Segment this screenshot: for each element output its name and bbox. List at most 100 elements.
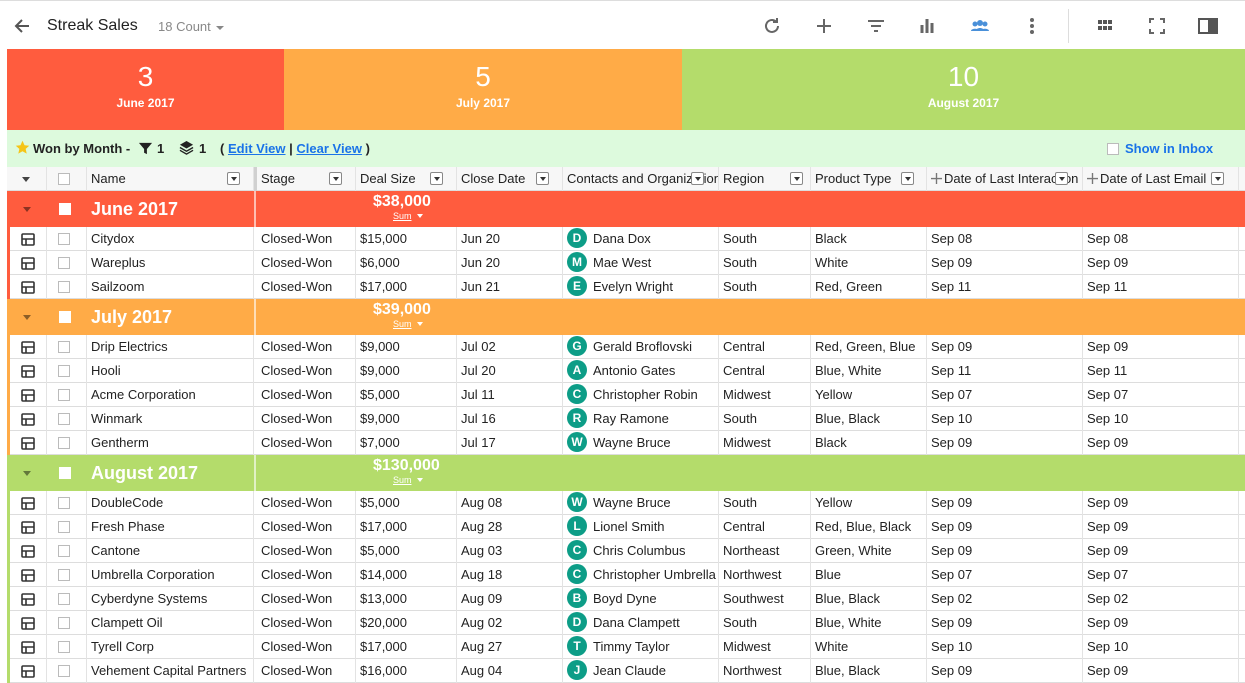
- group-select-checkbox[interactable]: [59, 311, 71, 323]
- cell-deal-size[interactable]: $6,000: [356, 251, 457, 275]
- cell-deal-size[interactable]: $14,000: [356, 563, 457, 587]
- cell-close-date[interactable]: Aug 02: [457, 611, 563, 635]
- cell-last-interaction[interactable]: Sep 09: [927, 539, 1083, 563]
- open-box-icon[interactable]: [21, 593, 35, 606]
- cell-last-interaction[interactable]: Sep 09: [927, 251, 1083, 275]
- row-checkbox[interactable]: [58, 569, 70, 581]
- row-checkbox[interactable]: [58, 365, 70, 377]
- sum-aggregate-dropdown[interactable]: Sum: [393, 211, 423, 221]
- cell-contact[interactable]: W Wayne Bruce: [563, 431, 719, 455]
- cell-name[interactable]: Cantone: [87, 539, 254, 563]
- cell-close-date[interactable]: Jun 20: [457, 251, 563, 275]
- cell-deal-size[interactable]: $15,000: [356, 227, 457, 251]
- cell-product-type[interactable]: Blue, White: [811, 611, 927, 635]
- side-panel-icon[interactable]: [1197, 15, 1219, 37]
- box-open-cell[interactable]: [7, 431, 47, 455]
- cell-name[interactable]: Gentherm: [87, 431, 254, 455]
- cell-last-email[interactable]: Sep 08: [1083, 227, 1239, 251]
- box-open-cell[interactable]: [7, 587, 47, 611]
- cell-product-type[interactable]: Blue, Black: [811, 659, 927, 683]
- box-open-cell[interactable]: [7, 251, 47, 275]
- open-box-icon[interactable]: [21, 281, 35, 294]
- cell-last-email[interactable]: Sep 09: [1083, 515, 1239, 539]
- cell-stage[interactable]: Closed-Won: [257, 275, 356, 299]
- open-box-icon[interactable]: [21, 365, 35, 378]
- summary-august[interactable]: 10 August 2017: [682, 49, 1245, 130]
- cell-contact[interactable]: C Christopher Robin: [563, 383, 719, 407]
- cell-region[interactable]: South: [719, 251, 811, 275]
- sum-aggregate-dropdown[interactable]: Sum: [393, 319, 423, 329]
- cell-product-type[interactable]: Black: [811, 227, 927, 251]
- open-box-icon[interactable]: [21, 497, 35, 510]
- cell-contact[interactable]: T Timmy Taylor: [563, 635, 719, 659]
- cell-last-email[interactable]: Sep 09: [1083, 431, 1239, 455]
- cell-deal-size[interactable]: $17,000: [356, 635, 457, 659]
- column-header-name[interactable]: Name: [87, 167, 254, 191]
- table-row[interactable]: Tyrell Corp Closed-Won $17,000 Aug 27 T Timmy…: [7, 635, 1245, 659]
- group-select-checkbox[interactable]: [59, 203, 71, 215]
- box-open-cell[interactable]: [7, 659, 47, 683]
- cell-last-email[interactable]: Sep 09: [1083, 659, 1239, 683]
- cell-product-type[interactable]: Green, White: [811, 539, 927, 563]
- cell-region[interactable]: South: [719, 491, 811, 515]
- summary-june[interactable]: 3 June 2017: [7, 49, 284, 130]
- table-row[interactable]: Wareplus Closed-Won $6,000 Jun 20 M Mae West S…: [7, 251, 1245, 275]
- cell-name[interactable]: Tyrell Corp: [87, 635, 254, 659]
- cell-region[interactable]: Midwest: [719, 431, 811, 455]
- cell-close-date[interactable]: Jun 21: [457, 275, 563, 299]
- row-checkbox[interactable]: [58, 341, 70, 353]
- table-row[interactable]: Citydox Closed-Won $15,000 Jun 20 D Dana Dox S…: [7, 227, 1245, 251]
- cell-deal-size[interactable]: $5,000: [356, 491, 457, 515]
- collapse-caret-icon[interactable]: [23, 471, 31, 476]
- box-open-cell[interactable]: [7, 407, 47, 431]
- cell-contact[interactable]: W Wayne Bruce: [563, 491, 719, 515]
- cell-last-interaction[interactable]: Sep 08: [927, 227, 1083, 251]
- cell-last-email[interactable]: Sep 11: [1083, 275, 1239, 299]
- cell-last-interaction[interactable]: Sep 09: [927, 335, 1083, 359]
- cell-contact[interactable]: D Dana Clampett: [563, 611, 719, 635]
- cell-stage[interactable]: Closed-Won: [257, 359, 356, 383]
- cell-last-interaction[interactable]: Sep 09: [927, 431, 1083, 455]
- cell-deal-size[interactable]: $5,000: [356, 539, 457, 563]
- cell-stage[interactable]: Closed-Won: [257, 335, 356, 359]
- column-header-stage[interactable]: Stage: [257, 167, 356, 191]
- column-menu-button[interactable]: [536, 172, 549, 185]
- open-box-icon[interactable]: [21, 389, 35, 402]
- row-checkbox[interactable]: [58, 641, 70, 653]
- cell-close-date[interactable]: Aug 28: [457, 515, 563, 539]
- row-checkbox[interactable]: [58, 617, 70, 629]
- cell-last-email[interactable]: Sep 10: [1083, 407, 1239, 431]
- row-checkbox[interactable]: [58, 413, 70, 425]
- column-header-last-interaction[interactable]: Date of Last Interaction: [927, 167, 1083, 191]
- cell-contact[interactable]: B Boyd Dyne: [563, 587, 719, 611]
- edit-view-link[interactable]: Edit View: [228, 141, 286, 156]
- row-checkbox[interactable]: [58, 545, 70, 557]
- cell-stage[interactable]: Closed-Won: [257, 563, 356, 587]
- cell-deal-size[interactable]: $9,000: [356, 407, 457, 431]
- cell-last-interaction[interactable]: Sep 10: [927, 407, 1083, 431]
- open-box-icon[interactable]: [21, 569, 35, 582]
- row-checkbox[interactable]: [58, 233, 70, 245]
- row-checkbox[interactable]: [58, 593, 70, 605]
- table-row[interactable]: Umbrella Corporation Closed-Won $14,000 Aug…: [7, 563, 1245, 587]
- summary-july[interactable]: 5 July 2017: [284, 49, 682, 130]
- cell-product-type[interactable]: Black: [811, 431, 927, 455]
- cell-product-type[interactable]: Blue, White: [811, 359, 927, 383]
- table-row[interactable]: Clampett Oil Closed-Won $20,000 Aug 02 D Dana…: [7, 611, 1245, 635]
- cell-close-date[interactable]: Aug 03: [457, 539, 563, 563]
- cell-contact[interactable]: E Evelyn Wright: [563, 275, 719, 299]
- cell-name[interactable]: Hooli: [87, 359, 254, 383]
- back-arrow-icon[interactable]: [12, 16, 32, 36]
- row-checkbox[interactable]: [58, 521, 70, 533]
- cell-deal-size[interactable]: $9,000: [356, 335, 457, 359]
- cell-last-interaction[interactable]: Sep 11: [927, 359, 1083, 383]
- cell-deal-size[interactable]: $7,000: [356, 431, 457, 455]
- column-header-region[interactable]: Region: [719, 167, 811, 191]
- cell-contact[interactable]: D Dana Dox: [563, 227, 719, 251]
- column-header-product-type[interactable]: Product Type: [811, 167, 927, 191]
- cell-stage[interactable]: Closed-Won: [257, 227, 356, 251]
- refresh-icon[interactable]: [761, 15, 783, 37]
- select-all-checkbox[interactable]: [58, 173, 70, 185]
- cell-stage[interactable]: Closed-Won: [257, 539, 356, 563]
- open-box-icon[interactable]: [21, 521, 35, 534]
